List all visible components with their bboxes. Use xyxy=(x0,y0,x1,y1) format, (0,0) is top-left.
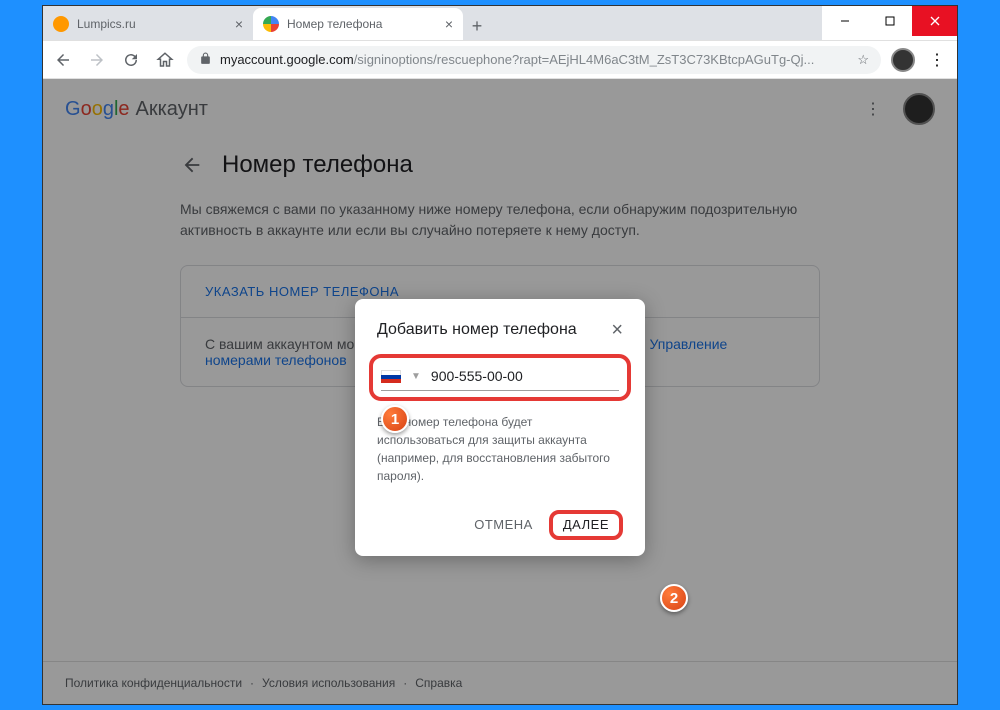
profile-avatar[interactable] xyxy=(891,48,915,72)
maximize-button[interactable] xyxy=(867,6,912,36)
dialog-description: Ваш номер телефона будет использоваться … xyxy=(377,413,623,485)
tab-phone[interactable]: Номер телефона × xyxy=(253,8,463,40)
country-flag-icon[interactable] xyxy=(381,370,401,383)
favicon-icon xyxy=(263,16,279,32)
url-field[interactable]: myaccount.google.com/signinoptions/rescu… xyxy=(187,46,881,74)
favicon-icon xyxy=(53,16,69,32)
star-icon[interactable]: ☆ xyxy=(857,52,869,68)
phone-input[interactable] xyxy=(431,368,619,384)
chevron-down-icon[interactable]: ▼ xyxy=(411,371,421,382)
close-icon[interactable]: × xyxy=(235,16,243,32)
tab-title: Номер телефона xyxy=(287,17,437,31)
page-content: Google Аккаунт ⋮ Номер телефона Мы свяже… xyxy=(43,79,957,704)
step-badge-1: 1 xyxy=(381,405,409,433)
step-badge-2: 2 xyxy=(660,584,688,612)
highlight-annotation: ДАЛЕЕ xyxy=(549,510,623,540)
home-button[interactable] xyxy=(153,48,177,72)
reload-button[interactable] xyxy=(119,48,143,72)
url-text: myaccount.google.com/signinoptions/rescu… xyxy=(220,52,849,67)
tab-lumpics[interactable]: Lumpics.ru × xyxy=(43,8,253,40)
lock-icon xyxy=(199,52,212,68)
highlight-annotation: ▼ xyxy=(369,354,631,401)
minimize-button[interactable] xyxy=(822,6,867,36)
tabs-area: Lumpics.ru × Номер телефона × + xyxy=(43,6,822,40)
browser-window: Lumpics.ru × Номер телефона × + myaccoun… xyxy=(42,5,958,705)
close-icon[interactable]: × xyxy=(445,16,453,32)
window-controls xyxy=(822,6,957,40)
close-button[interactable] xyxy=(912,6,957,36)
titlebar: Lumpics.ru × Номер телефона × + xyxy=(43,6,957,41)
cancel-button[interactable]: ОТМЕНА xyxy=(464,509,543,540)
back-button[interactable] xyxy=(51,48,75,72)
dialog-title: Добавить номер телефона xyxy=(377,319,577,341)
phone-input-row[interactable]: ▼ xyxy=(381,364,619,391)
browser-menu-button[interactable]: ⋮ xyxy=(925,48,949,72)
new-tab-button[interactable]: + xyxy=(463,12,491,40)
tab-title: Lumpics.ru xyxy=(77,17,227,31)
dialog-close-icon[interactable]: × xyxy=(611,319,623,342)
addressbar: myaccount.google.com/signinoptions/rescu… xyxy=(43,41,957,79)
next-button[interactable]: ДАЛЕЕ xyxy=(559,513,613,536)
dialog-actions: ОТМЕНА ДАЛЕЕ xyxy=(377,509,623,540)
forward-button[interactable] xyxy=(85,48,109,72)
